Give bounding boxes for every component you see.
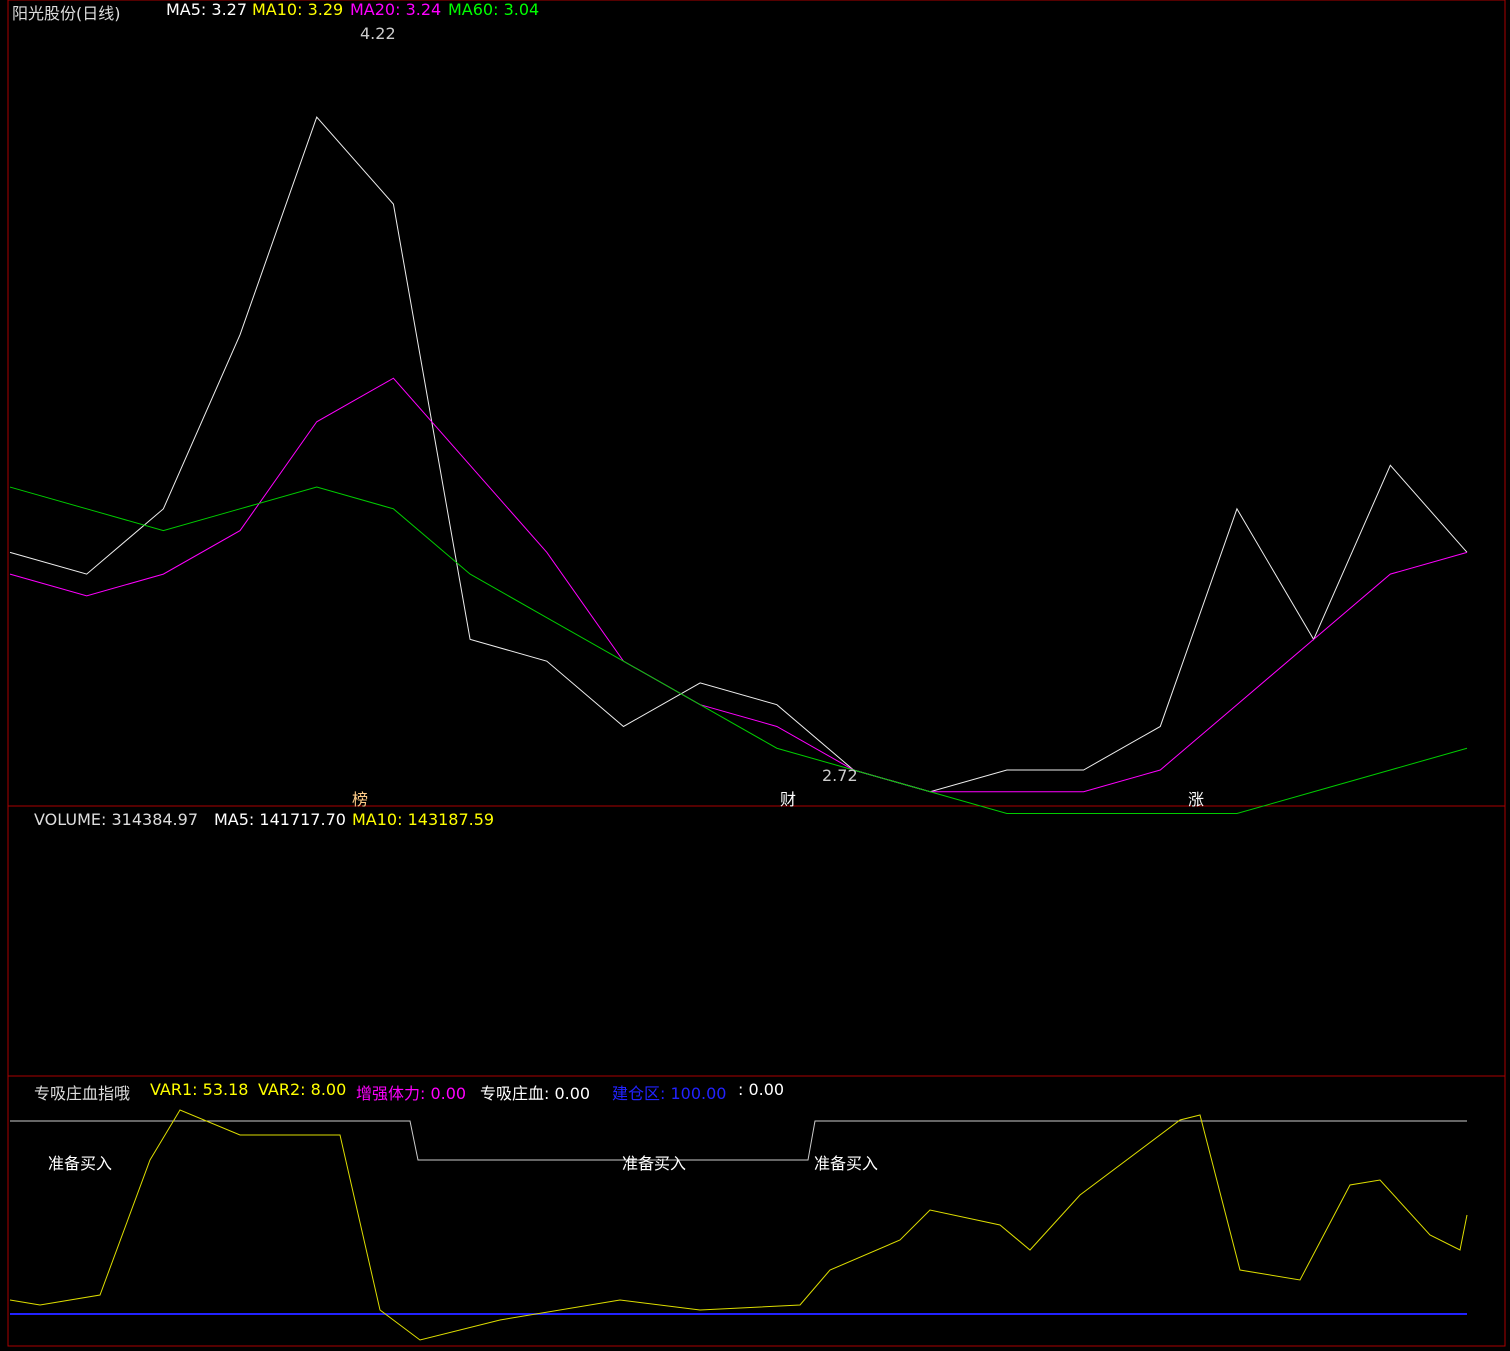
- ind-yellow-line: [9, 1109, 1468, 1341]
- var1: VAR1: 53.18: [150, 1080, 249, 1099]
- buy-3: 准备买入: [814, 1154, 879, 1173]
- ma60-line: [9, 486, 1468, 815]
- zq: 增强体力: 0.00: [356, 1084, 467, 1103]
- ind-white-line: [10, 1120, 1467, 1161]
- zx: 专吸庄血: 0.00: [480, 1084, 591, 1103]
- stock-title: 阳光股份(日线): [12, 4, 121, 23]
- tag-1: 榜: [352, 790, 369, 809]
- var2: VAR2: 8.00: [258, 1080, 347, 1099]
- high-label: 4.22: [360, 24, 396, 43]
- main-panel: [7, 0, 1506, 807]
- low-label: 2.72: [822, 766, 858, 785]
- ma5-line: [9, 116, 1468, 793]
- ma20-label: MA20: 3.24: [350, 0, 442, 19]
- indicator-name: 专吸庄血指哦: [34, 1084, 131, 1103]
- tag-2: 财: [780, 790, 797, 809]
- ma5-label: MA5: 3.27: [166, 0, 248, 19]
- ma60-label: MA60: 3.04: [448, 0, 540, 19]
- volume-label: VOLUME: 314384.97: [34, 810, 198, 829]
- v: : 0.00: [738, 1080, 785, 1099]
- volume-ma10: MA10: 143187.59: [352, 810, 495, 829]
- volume-ma5: MA5: 141717.70: [214, 810, 346, 829]
- chart-canvas: [7, 0, 1506, 1347]
- ma20-line: [9, 377, 1468, 793]
- buy-2: 准备买入: [622, 1154, 687, 1173]
- jc: 建仓区: 100.00: [612, 1084, 727, 1103]
- ma10-label: MA10: 3.29: [252, 0, 344, 19]
- chart-window: 阳光股份(日线) MA5: 3.27 MA10: 3.29 MA20: 3.24…: [0, 0, 1510, 1351]
- volume-panel: [7, 805, 1506, 1077]
- buy-1: 准备买入: [48, 1154, 113, 1173]
- indicator-panel: [7, 1075, 1506, 1347]
- tag-3: 涨: [1188, 790, 1205, 809]
